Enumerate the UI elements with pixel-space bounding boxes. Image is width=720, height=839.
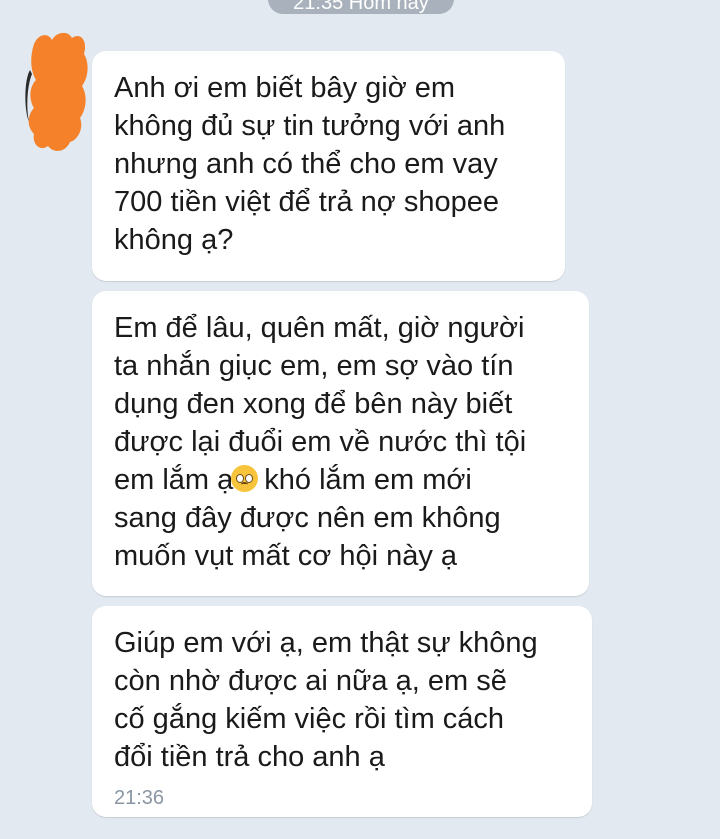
sender-avatar-redacted[interactable] <box>22 30 92 156</box>
message-line: 700 tiền việt để trả nợ shopee <box>114 186 500 218</box>
date-separator-pill: 21:35 Hôm nay <box>268 0 454 14</box>
message-line: còn nhờ được ai nữa ạ, em sẽ <box>114 665 507 697</box>
message-timestamp: 21:36 <box>114 787 165 809</box>
message-line-with-emoji: em lắm ạ khó lắm em mới <box>114 461 569 499</box>
message-bubble-2[interactable]: Em để lâu, quên mất, giờ người ta nhắn g… <box>92 291 589 596</box>
message-text: em lắm ạ <box>114 464 234 496</box>
message-text: khó lắm em mới <box>264 464 472 496</box>
pleading-face-icon <box>231 465 259 492</box>
message-line: sang đây được nên em không <box>114 502 501 534</box>
message-line: không đủ sự tin tưởng với anh <box>114 110 506 142</box>
message-line: cố gắng kiếm việc rồi tìm cách <box>114 703 505 735</box>
message-line: đổi tiền trả cho anh ạ <box>114 741 385 773</box>
date-separator-text: 21:35 Hôm nay <box>293 0 429 14</box>
redaction-scribble <box>28 32 88 151</box>
message-line: Em để lâu, quên mất, giờ người <box>114 312 525 344</box>
message-line: Anh ơi em biết bây giờ em <box>114 72 456 104</box>
message-line: ta nhắn giục em, em sợ vào tín <box>114 350 514 382</box>
message-line: nhưng anh có thể cho em vay <box>114 148 498 180</box>
message-bubble-1[interactable]: Anh ơi em biết bây giờ em không đủ sự ti… <box>92 51 565 281</box>
message-line: được lại đuổi em về nước thì tội <box>114 426 527 458</box>
message-line: dụng đen xong để bên này biết <box>114 388 513 420</box>
message-line: không ạ? <box>114 224 234 256</box>
message-bubble-3[interactable]: Giúp em với ạ, em thật sự không còn nhờ … <box>92 606 592 817</box>
message-line: muốn vụt mất cơ hội này ạ <box>114 540 458 572</box>
message-line: Giúp em với ạ, em thật sự không <box>114 627 538 659</box>
